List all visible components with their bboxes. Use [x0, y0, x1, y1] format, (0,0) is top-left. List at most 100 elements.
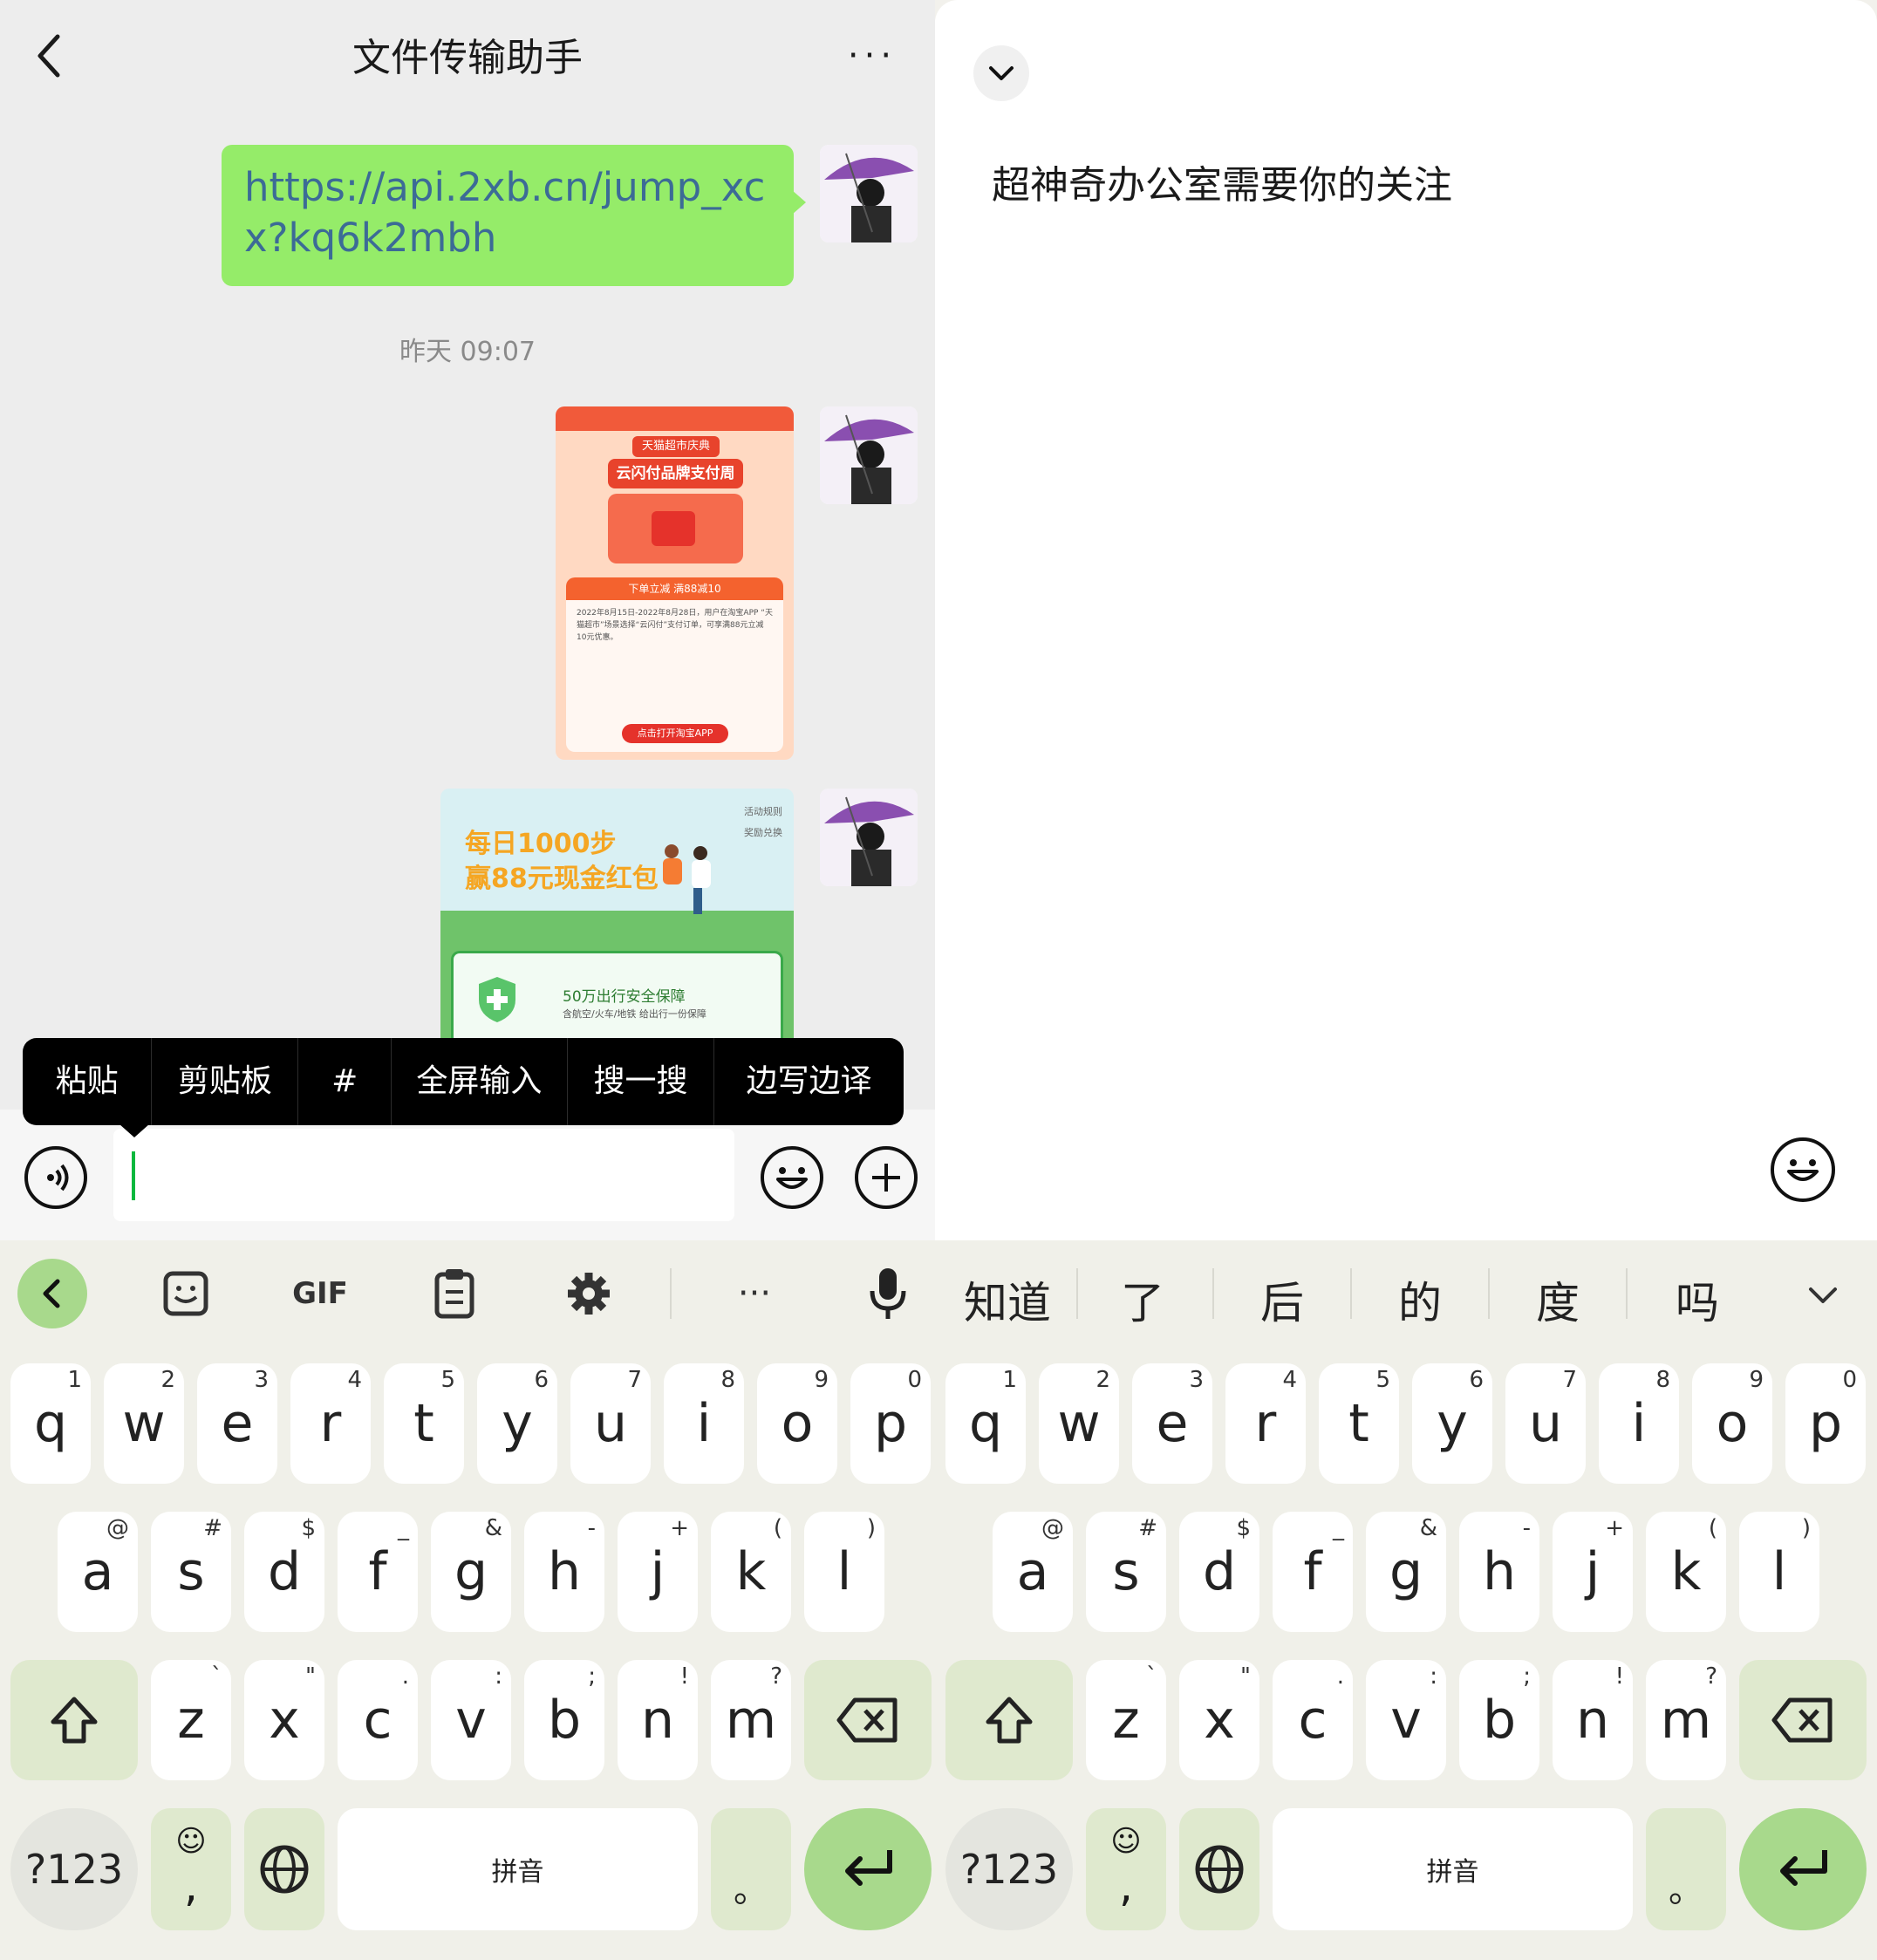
comma-emoji-key[interactable]: ☺ ,	[1086, 1808, 1166, 1930]
more-tools-button[interactable]: ···	[726, 1263, 783, 1324]
key-q[interactable]: 1q	[945, 1363, 1026, 1484]
key-g[interactable]: & g	[1366, 1512, 1446, 1632]
key-w[interactable]: 2w	[1039, 1363, 1119, 1484]
key-n[interactable]: ! n	[618, 1660, 698, 1780]
key-l[interactable]: ) l	[1739, 1512, 1819, 1632]
add-attachment-button[interactable]	[855, 1146, 918, 1209]
key-k[interactable]: (k	[1646, 1512, 1726, 1632]
sticker-button[interactable]	[157, 1263, 215, 1324]
backspace-key[interactable]	[804, 1660, 932, 1780]
menu-fullscreen-input[interactable]: 全屏输入	[392, 1038, 568, 1125]
link-message[interactable]: https://api.2xb.cn/jump_xcx?kq6k2mbh	[222, 145, 794, 286]
key-e[interactable]: 3e	[1132, 1363, 1212, 1484]
key-p[interactable]: 0p	[850, 1363, 931, 1484]
key-z[interactable]: ` z	[1086, 1660, 1166, 1780]
key-s[interactable]: # s	[151, 1512, 231, 1632]
menu-hashtag[interactable]: #	[298, 1038, 392, 1125]
key-s[interactable]: # s	[1086, 1512, 1166, 1632]
shift-key[interactable]	[10, 1660, 138, 1780]
fullscreen-input-text[interactable]: 超神奇办公室需要你的关注	[992, 154, 1452, 209]
key-k[interactable]: (k	[711, 1512, 791, 1632]
key-h[interactable]: -h	[524, 1512, 604, 1632]
key-u[interactable]: 7u	[1505, 1363, 1586, 1484]
key-t[interactable]: 5t	[1319, 1363, 1399, 1484]
key-i[interactable]: 8i	[1599, 1363, 1679, 1484]
key-e[interactable]: 3e	[197, 1363, 277, 1484]
key-a[interactable]: @ a	[993, 1512, 1073, 1632]
period-key[interactable]: 。	[1646, 1808, 1726, 1930]
key-l[interactable]: ) l	[804, 1512, 884, 1632]
image-message-unionpay[interactable]: 天猫超市庆典 云闪付品牌支付周 下单立减 满88减10 2022年8月15日-2…	[556, 406, 794, 760]
language-key[interactable]	[1179, 1808, 1259, 1930]
symbols-key[interactable]: ?123	[945, 1808, 1073, 1930]
voice-input-button[interactable]	[24, 1146, 87, 1209]
settings-button[interactable]	[560, 1263, 618, 1324]
key-x[interactable]: " x	[244, 1660, 324, 1780]
enter-key[interactable]	[1739, 1808, 1867, 1930]
key-g[interactable]: & g	[431, 1512, 511, 1632]
key-b[interactable]: ; b	[524, 1660, 604, 1780]
key-d[interactable]: $ d	[1179, 1512, 1259, 1632]
message-input[interactable]	[113, 1129, 734, 1221]
key-p[interactable]: 0p	[1785, 1363, 1866, 1484]
menu-paste[interactable]: 粘贴	[23, 1038, 153, 1125]
comma-emoji-key[interactable]: ☺ ,	[151, 1808, 231, 1930]
fullscreen-emoji-button[interactable]	[1771, 1137, 1835, 1202]
key-f[interactable]: _ f	[338, 1512, 418, 1632]
shift-key[interactable]	[945, 1660, 1073, 1780]
key-v[interactable]: :v	[1366, 1660, 1446, 1780]
candidate-word[interactable]: 知道	[959, 1268, 1055, 1331]
key-m[interactable]: ? m	[1646, 1660, 1726, 1780]
key-f[interactable]: _ f	[1273, 1512, 1353, 1632]
key-i[interactable]: 8i	[664, 1363, 744, 1484]
space-key[interactable]: 拼音	[1273, 1808, 1633, 1930]
language-key[interactable]	[244, 1808, 324, 1930]
key-j[interactable]: + j	[1553, 1512, 1633, 1632]
avatar[interactable]	[820, 145, 918, 242]
key-q[interactable]: 1q	[10, 1363, 91, 1484]
key-n[interactable]: ! n	[1553, 1660, 1633, 1780]
period-key[interactable]: 。	[711, 1808, 791, 1930]
key-t[interactable]: 5t	[384, 1363, 464, 1484]
key-z[interactable]: ` z	[151, 1660, 231, 1780]
key-o[interactable]: 9o	[757, 1363, 837, 1484]
menu-clipboard[interactable]: 剪贴板	[152, 1038, 299, 1125]
image-message-steps[interactable]: 每日1000步 赢88元现金红包 活动规则 奖励兑换 50万出行安全保障 含航空…	[440, 789, 794, 1041]
candidate-word[interactable]: 后	[1239, 1268, 1326, 1331]
key-v[interactable]: :v	[431, 1660, 511, 1780]
avatar[interactable]	[820, 789, 918, 886]
keyboard-collapse-toolbar-button[interactable]	[17, 1259, 87, 1328]
enter-key[interactable]	[804, 1808, 932, 1930]
key-d[interactable]: $ d	[244, 1512, 324, 1632]
key-y[interactable]: 6y	[477, 1363, 557, 1484]
key-x[interactable]: " x	[1179, 1660, 1259, 1780]
candidate-word[interactable]: 了	[1099, 1268, 1186, 1331]
symbols-key[interactable]: ?123	[10, 1808, 138, 1930]
candidate-word[interactable]: 吗	[1654, 1268, 1741, 1331]
key-y[interactable]: 6y	[1412, 1363, 1492, 1484]
key-m[interactable]: ? m	[711, 1660, 791, 1780]
avatar[interactable]	[820, 406, 918, 504]
expand-candidates-button[interactable]	[1797, 1268, 1849, 1321]
candidate-word[interactable]: 度	[1514, 1268, 1601, 1331]
key-b[interactable]: ; b	[1459, 1660, 1539, 1780]
voice-typing-button[interactable]	[862, 1263, 914, 1324]
menu-search[interactable]: 搜一搜	[568, 1038, 715, 1125]
more-options-button[interactable]: ···	[837, 26, 907, 85]
key-a[interactable]: @ a	[58, 1512, 138, 1632]
key-o[interactable]: 9o	[1692, 1363, 1772, 1484]
backspace-key[interactable]	[1739, 1660, 1867, 1780]
space-key[interactable]: 拼音	[338, 1808, 698, 1930]
key-c[interactable]: .c	[338, 1660, 418, 1780]
key-r[interactable]: 4r	[1225, 1363, 1306, 1484]
clipboard-button[interactable]	[426, 1263, 483, 1324]
key-r[interactable]: 4r	[290, 1363, 371, 1484]
candidate-word[interactable]: 的	[1376, 1268, 1464, 1331]
collapse-button[interactable]	[973, 45, 1029, 101]
key-c[interactable]: .c	[1273, 1660, 1353, 1780]
key-u[interactable]: 7u	[570, 1363, 651, 1484]
key-w[interactable]: 2w	[104, 1363, 184, 1484]
key-h[interactable]: -h	[1459, 1512, 1539, 1632]
key-j[interactable]: + j	[618, 1512, 698, 1632]
emoji-button[interactable]	[761, 1146, 823, 1209]
